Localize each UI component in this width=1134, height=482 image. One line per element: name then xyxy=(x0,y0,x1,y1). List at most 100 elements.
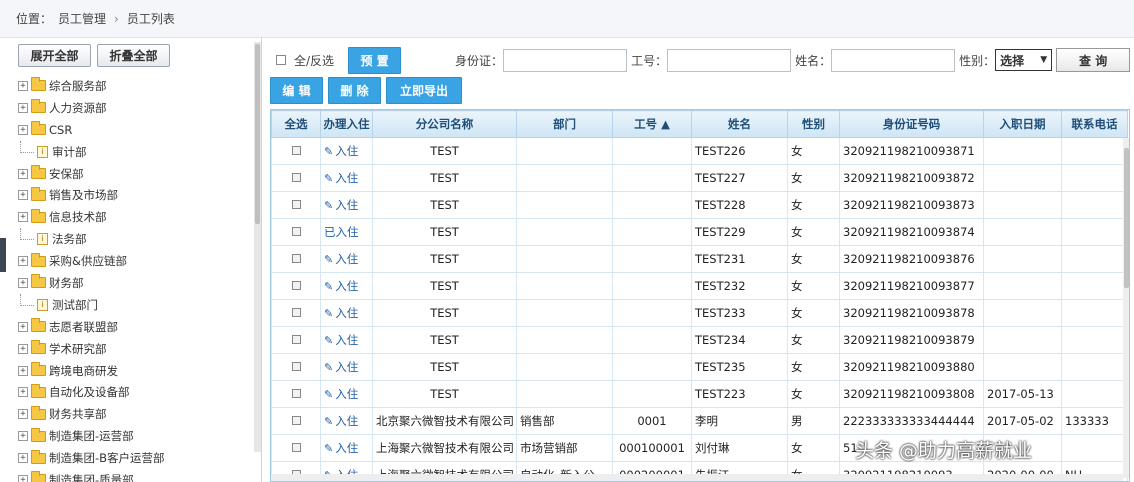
row-checkbox-cell[interactable] xyxy=(271,407,321,435)
checkin-cell[interactable]: ✎入住 xyxy=(320,407,373,435)
row-checkbox-cell[interactable] xyxy=(271,326,321,354)
row-checkbox-cell[interactable] xyxy=(271,272,321,300)
checkin-link[interactable]: 入住 xyxy=(335,252,358,266)
table-row[interactable]: ✎ 入住 TEST TEST233 女 320921198210093878 xyxy=(271,299,1128,327)
tree-item[interactable]: + 制造集团-运营部 xyxy=(18,425,261,447)
row-checkbox-cell[interactable] xyxy=(271,191,321,219)
column-header[interactable]: 全选 xyxy=(271,110,321,138)
name-input[interactable] xyxy=(831,48,956,72)
expand-icon[interactable]: + xyxy=(18,387,28,398)
tree-item[interactable]: + 学术研究部 xyxy=(18,338,261,360)
checkin-link[interactable]: 入住 xyxy=(335,387,358,401)
checkin-cell[interactable]: ✎入住 xyxy=(320,353,373,381)
expand-icon[interactable]: + xyxy=(18,124,28,135)
table-row[interactable]: ✎ 入住 TEST TEST232 女 320921198210093877 xyxy=(271,272,1128,300)
tree-item[interactable]: + 安保部 xyxy=(18,163,261,185)
checkin-cell[interactable]: ✎入住 xyxy=(320,191,373,219)
checkin-cell[interactable]: 已入住 xyxy=(320,218,373,246)
row-checkbox-cell[interactable] xyxy=(271,353,321,381)
expand-icon[interactable]: + xyxy=(18,256,28,267)
row-checkbox[interactable] xyxy=(291,308,301,317)
row-checkbox[interactable] xyxy=(291,173,301,182)
table-row[interactable]: ✎ 入住 TEST TEST231 女 320921198210093876 xyxy=(271,245,1128,273)
expand-icon[interactable]: + xyxy=(18,102,28,113)
row-checkbox[interactable] xyxy=(291,362,301,371)
breadcrumb-item-employee-mgmt[interactable]: 员工管理 xyxy=(58,10,106,27)
export-button[interactable]: 立即导出 xyxy=(386,77,462,104)
column-header[interactable]: 入职日期 xyxy=(983,110,1062,138)
tree-item[interactable]: + 人力资源部 xyxy=(18,97,261,119)
row-checkbox[interactable] xyxy=(291,443,301,452)
table-row[interactable]: ✎ 入住 TEST TEST228 女 320921198210093873 xyxy=(271,191,1128,219)
tree-item[interactable]: + 制造集团-B客户运营部 xyxy=(18,447,261,469)
column-header[interactable]: 联系电话 xyxy=(1061,110,1128,138)
column-header[interactable]: 姓名 xyxy=(691,110,788,138)
expand-icon[interactable]: + xyxy=(18,474,28,482)
checkin-link[interactable]: 入住 xyxy=(335,198,358,212)
expand-icon[interactable]: + xyxy=(18,277,28,288)
table-row[interactable]: ✎ 入住 TEST TEST226 女 320921198210093871 xyxy=(271,137,1128,165)
expand-icon[interactable]: + xyxy=(18,343,28,354)
checkin-link[interactable]: 入住 xyxy=(335,171,358,185)
row-checkbox[interactable] xyxy=(291,200,301,209)
row-checkbox[interactable] xyxy=(291,146,301,155)
expand-icon[interactable]: + xyxy=(18,453,28,464)
tree-item[interactable]: + 销售及市场部 xyxy=(18,184,261,206)
edit-button[interactable]: 编 辑 xyxy=(270,77,323,104)
job-number-input[interactable] xyxy=(667,48,792,72)
collapse-all-button[interactable]: 折叠全部 xyxy=(97,44,170,67)
table-row[interactable]: ✎ 入住 TEST TEST234 女 320921198210093879 xyxy=(271,326,1128,354)
expand-icon[interactable]: + xyxy=(18,80,28,91)
checkin-cell[interactable]: ✎入住 xyxy=(320,326,373,354)
checkin-cell[interactable]: ✎入住 xyxy=(320,164,373,192)
checkin-link[interactable]: 入住 xyxy=(335,333,358,347)
checkin-cell[interactable]: ✎入住 xyxy=(320,245,373,273)
preset-button[interactable]: 预 置 xyxy=(348,46,402,74)
row-checkbox-cell[interactable] xyxy=(271,164,321,192)
expand-icon[interactable]: + xyxy=(18,168,28,179)
checkin-link[interactable]: 入住 xyxy=(335,144,358,158)
tree-item[interactable]: + 信息技术部 xyxy=(18,206,261,228)
row-checkbox-cell[interactable] xyxy=(271,380,321,408)
column-header[interactable]: 办理入住 xyxy=(320,110,373,138)
checkin-link[interactable]: 入住 xyxy=(335,360,358,374)
query-button[interactable]: 查 询 xyxy=(1056,48,1131,72)
expand-icon[interactable]: + xyxy=(18,212,28,223)
checkin-link[interactable]: 入住 xyxy=(335,414,358,428)
table-vertical-scrollbar[interactable] xyxy=(1123,138,1129,478)
tree-item[interactable]: + 综合服务部 xyxy=(18,75,261,97)
column-header[interactable]: 工号 ▲ xyxy=(612,110,692,138)
row-checkbox-cell[interactable] xyxy=(271,434,321,462)
expand-icon[interactable]: + xyxy=(18,365,28,376)
breadcrumb-item-employee-list[interactable]: 员工列表 xyxy=(127,10,175,27)
tree-item[interactable]: + 财务部 xyxy=(18,272,261,294)
table-row[interactable]: 已入住 TEST TEST229 女 320921198210093874 xyxy=(271,218,1128,246)
checkin-link[interactable]: 已入住 xyxy=(324,225,359,239)
column-header[interactable]: 性别 xyxy=(787,110,840,138)
row-checkbox[interactable] xyxy=(291,416,301,425)
delete-button[interactable]: 删 除 xyxy=(328,77,381,104)
gender-select[interactable]: 选择 ▼ xyxy=(995,49,1053,71)
checkin-link[interactable]: 入住 xyxy=(335,279,358,293)
tree-item[interactable]: + CSR xyxy=(18,119,261,141)
row-checkbox-cell[interactable] xyxy=(271,137,321,165)
id-card-input[interactable] xyxy=(503,48,628,72)
table-horizontal-scrollbar[interactable] xyxy=(271,474,1123,481)
row-checkbox[interactable] xyxy=(291,335,301,344)
expand-icon[interactable]: + xyxy=(18,321,28,332)
column-header[interactable]: 分公司名称 xyxy=(372,110,517,138)
sidebar-scrollbar[interactable] xyxy=(254,42,261,452)
row-checkbox[interactable] xyxy=(291,389,301,398)
expand-icon[interactable]: + xyxy=(18,190,28,201)
sidebar-collapse-handle[interactable] xyxy=(0,238,6,272)
tree-item[interactable]: + 制造集团-质量部 xyxy=(18,469,261,482)
expand-icon[interactable]: + xyxy=(18,409,28,420)
tree-item[interactable]: i 法务部 xyxy=(18,228,261,250)
tree-item[interactable]: + 跨境电商研发 xyxy=(18,360,261,382)
table-row[interactable]: ✎ 入住 TEST TEST227 女 320921198210093872 xyxy=(271,164,1128,192)
row-checkbox[interactable] xyxy=(291,227,301,236)
checkin-link[interactable]: 入住 xyxy=(335,441,358,455)
checkin-link[interactable]: 入住 xyxy=(335,306,358,320)
row-checkbox-cell[interactable] xyxy=(271,245,321,273)
row-checkbox[interactable] xyxy=(291,281,301,290)
